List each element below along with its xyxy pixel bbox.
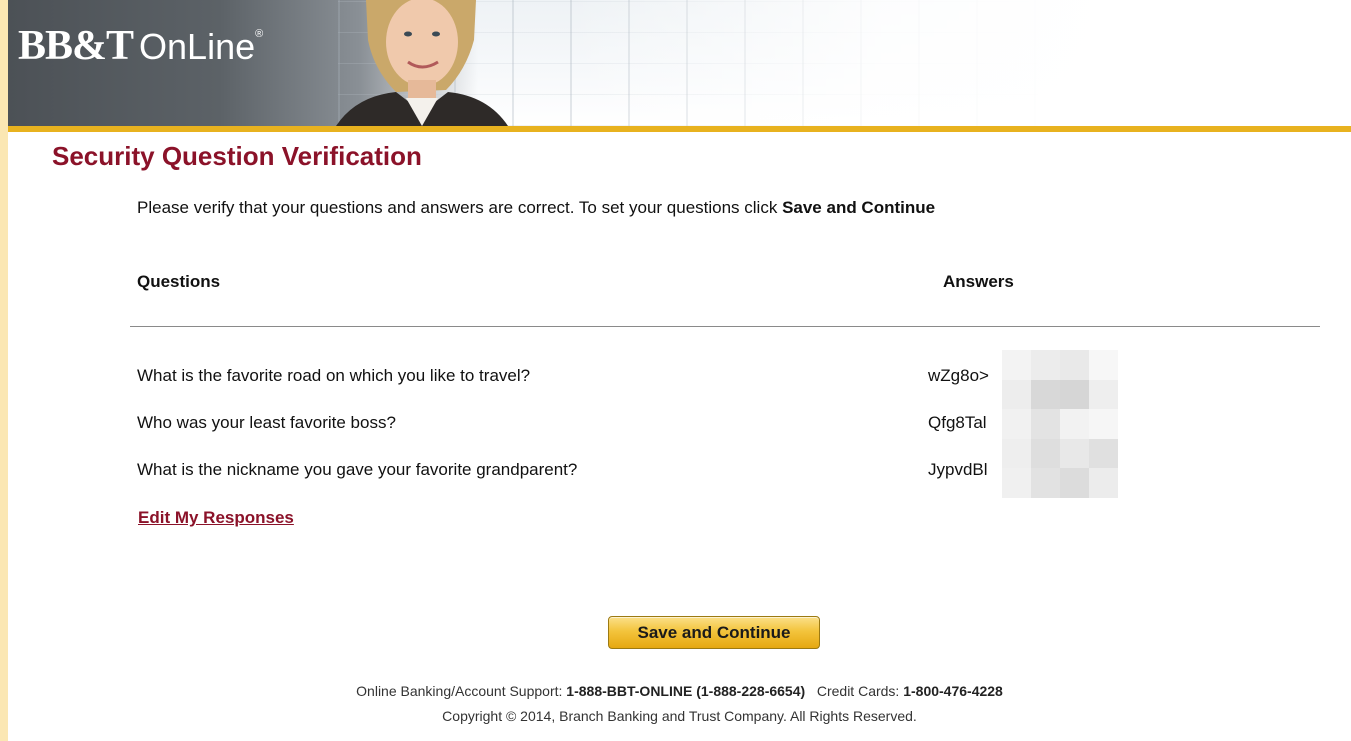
questions-column-header: Questions bbox=[137, 272, 221, 291]
logo-registered-mark: ® bbox=[255, 28, 264, 40]
banner-fade bbox=[568, 0, 1351, 126]
edit-responses-link[interactable]: Edit My Responses bbox=[138, 508, 294, 528]
header-gold-rule bbox=[8, 126, 1351, 132]
question-text: What is the nickname you gave your favor… bbox=[137, 460, 578, 479]
table-row: What is the favorite road on which you l… bbox=[8, 366, 1351, 390]
credit-cards-label: Credit Cards: bbox=[816, 683, 904, 699]
banner-person-image bbox=[336, 0, 508, 126]
intro-text: Please verify that your questions and an… bbox=[137, 198, 783, 217]
intro-bold-text: Save and Continue bbox=[782, 198, 936, 217]
header-banner: BB&T OnLine® bbox=[8, 0, 1351, 126]
support-phone: 1-888-BBT-ONLINE (1-888-228-6654) bbox=[566, 683, 806, 699]
intro-instructions: Please verify that your questions and an… bbox=[137, 198, 935, 218]
answer-text: JypvdBl bbox=[928, 460, 988, 479]
redacted-answers-pixelation bbox=[1002, 350, 1118, 498]
page-container: BB&T OnLine® Security Question Verificati… bbox=[8, 0, 1351, 741]
footer-support-line: Online Banking/Account Support: 1-888-BB… bbox=[8, 683, 1351, 699]
answer-text: wZg8o> bbox=[928, 366, 989, 385]
bbt-online-logo[interactable]: BB&T OnLine® bbox=[18, 22, 263, 70]
support-label: Online Banking/Account Support: bbox=[356, 683, 567, 699]
question-text: What is the favorite road on which you l… bbox=[137, 366, 531, 385]
footer-copyright: Copyright © 2014, Branch Banking and Tru… bbox=[442, 708, 917, 724]
save-and-continue-button[interactable]: Save and Continue bbox=[608, 616, 820, 649]
table-row: What is the nickname you gave your favor… bbox=[8, 460, 1351, 484]
table-divider bbox=[130, 326, 1320, 327]
logo-online-text: OnLine bbox=[139, 26, 256, 67]
question-text: Who was your least favorite boss? bbox=[137, 413, 396, 432]
table-row: Who was your least favorite boss? Qfg8Ta… bbox=[8, 413, 1351, 437]
page-title: Security Question Verification bbox=[52, 141, 422, 171]
answer-text: Qfg8Tal bbox=[928, 413, 987, 432]
credit-cards-phone: 1-800-476-4228 bbox=[903, 683, 1003, 699]
logo-bbt-text: BB&T bbox=[18, 23, 134, 69]
answers-column-header: Answers bbox=[943, 272, 1014, 291]
